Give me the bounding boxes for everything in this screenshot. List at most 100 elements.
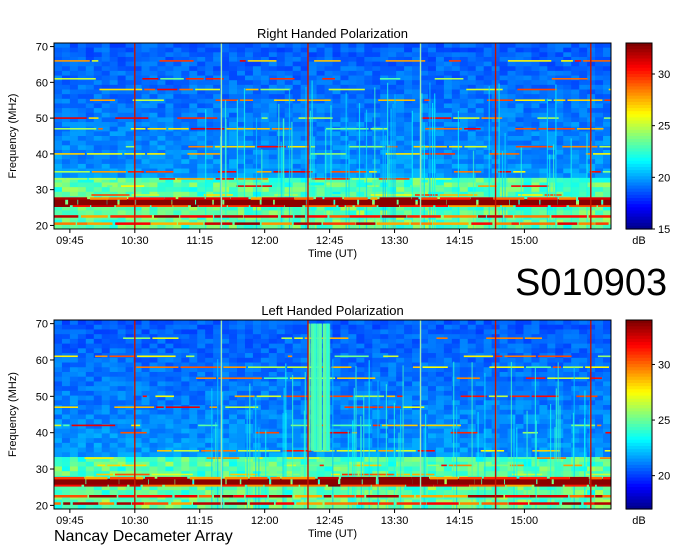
heatmap-cell [325,108,333,113]
heatmap-cell [603,187,611,192]
heatmap-cell [372,52,380,57]
heatmap-cell [181,334,189,339]
heatmap-cell [396,187,404,192]
heatmap-cell [54,400,62,405]
heatmap-cell [523,66,531,71]
heatmap-cell [404,210,412,215]
rfi-band-segment [54,215,78,218]
heatmap-cell [468,183,476,188]
heatmap-cell [102,71,110,76]
heatmap-cell [110,429,118,434]
heatmap-cell [293,187,301,192]
heatmap-cell [110,210,118,215]
heatmap-cell [86,325,94,330]
heatmap-cell [364,76,372,81]
heatmap-cell [356,381,364,386]
heatmap-cell [181,187,189,192]
heatmap-cell [317,145,325,150]
heatmap-cell [476,150,484,155]
interference-line-segment [272,128,292,130]
heatmap-cell [460,94,468,99]
heatmap-cell [245,94,253,99]
heatmap-cell [388,85,396,90]
heatmap-cell [444,159,452,164]
heatmap-cell [356,136,364,141]
heatmap-cell [595,178,603,183]
signal-streak [244,88,245,229]
heatmap-cell [94,164,102,169]
heatmap-cell [94,433,102,438]
heatmap-cell [261,103,269,108]
rfi-band-segment [262,222,292,225]
rfi-band-segment [335,199,357,205]
heatmap-cell [165,103,173,108]
heatmap-cell [157,391,165,396]
heatmap-cell [173,386,181,391]
heatmap-cell [372,490,380,495]
heatmap-cell [388,325,396,330]
heatmap-cell [484,187,492,192]
heatmap-cell [484,52,492,57]
heatmap-cell [452,108,460,113]
heatmap-cell [261,353,269,358]
heatmap-cell [173,103,181,108]
heatmap-cell [253,94,261,99]
heatmap-cell [523,94,531,99]
heatmap-cell [571,136,579,141]
heatmap-cell [468,62,476,67]
heatmap-cell [197,52,205,57]
heatmap-cell [165,43,173,48]
heatmap-cell [70,377,78,382]
heatmap-cell [237,353,245,358]
heatmap-cell [70,429,78,434]
heatmap-cell [78,363,86,368]
heatmap-cell [253,48,261,53]
heatmap-cell [380,438,388,443]
heatmap-cell [173,150,181,155]
interference-line-segment [387,146,398,148]
heatmap-cell [118,358,126,363]
interference-line-segment [583,60,611,62]
heatmap-cell [372,122,380,127]
rfi-band-segment [493,197,524,200]
x-tick-label: 13:30 [381,235,409,247]
heatmap-cell [126,71,134,76]
heatmap-cell [452,90,460,95]
heatmap-cell [325,71,333,76]
heatmap-cell [126,396,134,401]
heatmap-cell [508,113,516,118]
heatmap-cell [555,108,563,113]
heatmap-cell [197,452,205,457]
heatmap-cell [213,66,221,71]
heatmap-cell [118,131,126,136]
heatmap-cell [229,48,237,53]
heatmap-cell [340,210,348,215]
heatmap-cell [571,117,579,122]
heatmap-cell [333,358,341,363]
heatmap-cell [149,429,157,434]
heatmap-cell [126,164,134,169]
heatmap-cell [269,329,277,334]
heatmap-cell [118,145,126,150]
y-tick-label: 30 [36,185,48,197]
heatmap-cell [340,71,348,76]
heatmap-cell [452,141,460,146]
rfi-band-segment [520,222,556,225]
heatmap-cell [579,155,587,160]
heatmap-cell [253,466,261,471]
heatmap-cell [118,415,126,420]
heatmap-cell [189,66,197,71]
heatmap-cell [94,381,102,386]
heatmap-cell [94,377,102,382]
heatmap-cell [205,52,213,57]
heatmap-cell [333,52,341,57]
heatmap-cell [420,43,428,48]
heatmap-cell [118,71,126,76]
heatmap-cell [348,320,356,325]
heatmap-cell [269,52,277,57]
heatmap-cell [269,452,277,457]
heatmap-cell [563,136,571,141]
heatmap-cell [54,462,62,467]
heatmap-cell [205,372,213,377]
signal-streak [387,83,388,229]
